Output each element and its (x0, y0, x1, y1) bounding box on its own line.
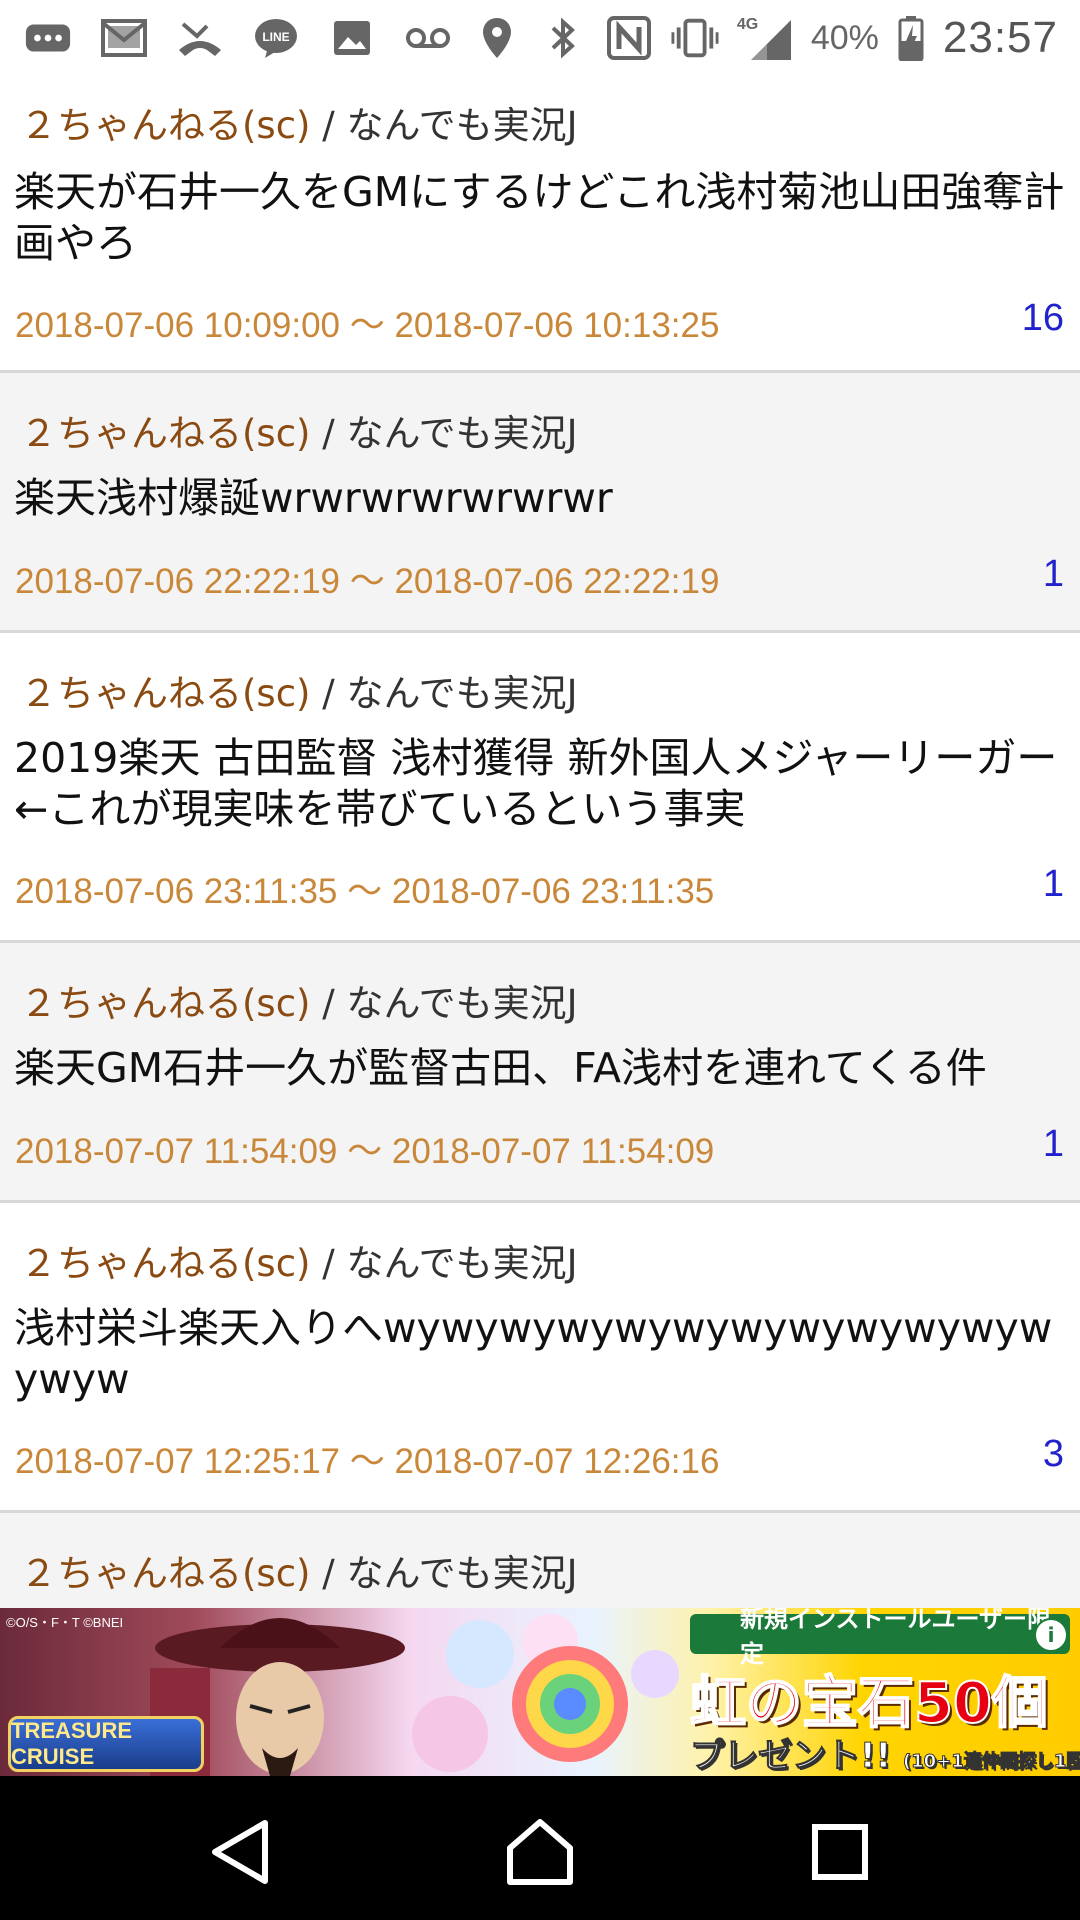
image-icon (328, 18, 376, 58)
ad-subnote: (10+1連仲間探し1回分) (902, 1751, 1080, 1773)
navigation-bar (0, 1776, 1080, 1920)
board-path: ２ちゃんねる(sc) / なんでも実況J (20, 1543, 578, 1597)
thread-title: 2019楽天 古田監督 浅村獲得 新外国人メジャーリーガー←これが現実味を帯びて… (14, 734, 1058, 833)
line-app-icon: LINE (252, 18, 300, 58)
svg-text:LINE: LINE (262, 30, 289, 44)
mail-icon (100, 18, 148, 58)
reply-count: 1 (1042, 553, 1064, 595)
board-name: なんでも実況J (346, 1552, 578, 1595)
reply-count: 1 (1042, 1123, 1064, 1165)
recents-icon (812, 1824, 868, 1880)
list-item[interactable]: ２ちゃんねる(sc) / なんでも実況J 楽天GM石井一久が監督古田、FA浅村を… (0, 943, 1080, 1203)
home-button[interactable] (500, 1812, 580, 1892)
nfc-icon (605, 16, 653, 60)
board-name: なんでも実況J (346, 1242, 578, 1285)
date-range: 2018-07-06 22:22:19 〜 2018-07-06 22:22:1… (15, 562, 720, 601)
date-range: 2018-07-07 12:25:17 〜 2018-07-07 12:26:1… (15, 1442, 720, 1481)
notification-icons: LINE (24, 10, 452, 65)
source-name: ２ちゃんねる(sc) (20, 1242, 311, 1285)
ad-info-icon[interactable]: i (1034, 1618, 1068, 1652)
path-separator: / (310, 672, 347, 715)
source-name: ２ちゃんねる(sc) (20, 982, 311, 1025)
system-icons: 4G 40% 23:57 (473, 8, 1058, 68)
board-path: ２ちゃんねる(sc) / なんでも実況J (20, 973, 578, 1027)
list-item[interactable]: ２ちゃんねる(sc) / なんでも実況J 楽天が石井一久をGMにするけどこれ浅村… (0, 75, 1080, 373)
source-name: ２ちゃんねる(sc) (20, 104, 311, 147)
source-name: ２ちゃんねる(sc) (20, 412, 311, 455)
board-name: なんでも実況J (346, 104, 578, 147)
thread-title: 楽天浅村爆誕wrwrwrwrwrwrwr (14, 474, 613, 522)
battery-percent: 40% (810, 18, 879, 57)
status-bar: LINE 4G 40% 23:57 (0, 0, 1080, 75)
thread-title: 楽天が石井一久をGMにするけどこれ浅村菊池山田強奪計画やろ (14, 168, 1065, 267)
ad-headline: 虹の宝石50個 (689, 1670, 1049, 1737)
path-separator: / (310, 1242, 347, 1285)
list-item[interactable]: ２ちゃんねる(sc) / なんでも実況J 2019楽天 古田監督 浅村獲得 新外… (0, 633, 1080, 943)
network-type: 4G (736, 16, 759, 33)
back-button[interactable] (202, 1812, 282, 1892)
path-separator: / (310, 412, 347, 455)
thread-title: 楽天GM石井一久が監督古田、FA浅村を連れてくる件 (14, 1044, 987, 1092)
ad-badge: 新規インストールユーザー限定 (690, 1608, 1070, 1668)
list-item[interactable]: ２ちゃんねる(sc) / なんでも実況J 楽天浅村爆誕wrwrwrwrwrwrw… (0, 373, 1080, 633)
board-name: なんでも実況J (346, 982, 578, 1025)
back-icon (212, 1820, 268, 1884)
date-range: 2018-07-06 10:09:00 〜 2018-07-06 10:13:2… (15, 306, 720, 345)
reply-count: 16 (1021, 297, 1064, 339)
date-range: 2018-07-07 11:54:09 〜 2018-07-07 11:54:0… (15, 1132, 715, 1171)
board-name: なんでも実況J (346, 412, 578, 455)
source-name: ２ちゃんねる(sc) (20, 672, 311, 715)
reply-count: 1 (1042, 863, 1064, 905)
ad-subline: プレゼント!! (10+1連仲間探し1回分) (689, 1728, 1080, 1777)
recents-button[interactable] (800, 1812, 880, 1892)
home-icon (507, 1819, 573, 1885)
ad-gems-illustration (412, 1614, 679, 1772)
date-range: 2018-07-06 23:11:35 〜 2018-07-06 23:11:3… (15, 872, 715, 911)
path-separator: / (310, 982, 347, 1025)
location-icon (473, 18, 521, 58)
board-path: ２ちゃんねる(sc) / なんでも実況J (20, 403, 578, 457)
ad-game-logo: TREASURE CRUISE (8, 1716, 204, 1772)
thread-title: 浅村栄斗楽天入りへwywywywywywywywywywywywywyw (14, 1304, 1053, 1403)
vibrate-icon (671, 18, 719, 58)
chat-icon (24, 18, 72, 58)
path-separator: / (310, 104, 347, 147)
ad-subline-text: プレゼント!! (689, 1736, 892, 1777)
source-name: ２ちゃんねる(sc) (20, 1552, 311, 1595)
clock: 23:57 (942, 13, 1058, 62)
battery-charging-icon (897, 16, 925, 61)
voicemail-icon (404, 18, 452, 58)
board-name: なんでも実況J (346, 672, 578, 715)
path-separator: / (310, 1552, 347, 1595)
board-path: ２ちゃんねる(sc) / なんでも実況J (20, 663, 578, 717)
board-path: ２ちゃんねる(sc) / なんでも実況J (20, 1233, 578, 1287)
signal-4g-icon: 4G (736, 16, 793, 60)
missed-call-icon (176, 18, 224, 58)
bluetooth-icon (539, 17, 587, 59)
reply-count: 3 (1042, 1433, 1064, 1475)
list-item[interactable]: ２ちゃんねる(sc) / なんでも実況J 浅村栄斗楽天入りへwywywywywy… (0, 1203, 1080, 1513)
board-path: ２ちゃんねる(sc) / なんでも実況J (20, 95, 578, 149)
ad-banner[interactable]: ©O/S・F・T ©BNEI TREASURE CRUISE 新規インストールユ… (0, 1608, 1080, 1776)
ad-copyright: ©O/S・F・T ©BNEI (6, 1615, 124, 1630)
